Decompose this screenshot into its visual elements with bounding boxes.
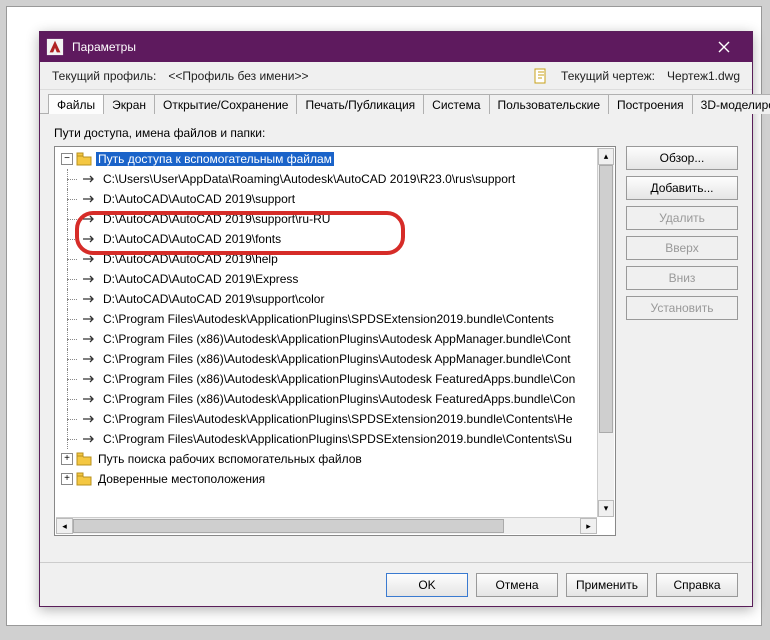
drawing-label: Текущий чертеж: — [561, 69, 655, 83]
tree-path-item[interactable]: D:\AutoCAD\AutoCAD 2019\support\color — [57, 289, 597, 309]
window-title: Параметры — [72, 40, 702, 54]
help-button[interactable]: Справка — [656, 573, 738, 597]
path-text[interactable]: D:\AutoCAD\AutoCAD 2019\support\color — [101, 292, 326, 306]
set-button: Установить — [626, 296, 738, 320]
titlebar: Параметры — [40, 32, 752, 62]
path-text[interactable]: C:\Program Files\Autodesk\ApplicationPlu… — [101, 312, 556, 326]
tab-strip: Файлы Экран Открытие/Сохранение Печать/П… — [40, 90, 752, 114]
tab-display[interactable]: Экран — [103, 94, 155, 114]
tree-label[interactable]: Путь доступа к вспомогательным файлам — [96, 152, 334, 166]
tree-path-item[interactable]: C:\Program Files (x86)\Autodesk\Applicat… — [57, 329, 597, 349]
drawing-icon — [533, 68, 549, 84]
add-button[interactable]: Добавить... — [626, 176, 738, 200]
tree-view[interactable]: − Путь доступа к вспомогательным файлам … — [54, 146, 616, 536]
browse-button[interactable]: Обзор... — [626, 146, 738, 170]
tree-path-item[interactable]: C:\Program Files\Autodesk\ApplicationPlu… — [57, 429, 597, 449]
tree-path-item[interactable]: C:\Users\User\AppData\Roaming\Autodesk\A… — [57, 169, 597, 189]
tree-folder[interactable]: + Путь поиска рабочих вспомогательных фа… — [57, 449, 597, 469]
tree-path-item[interactable]: D:\AutoCAD\AutoCAD 2019\fonts — [57, 229, 597, 249]
tree-path-item[interactable]: C:\Program Files (x86)\Autodesk\Applicat… — [57, 349, 597, 369]
tree-root[interactable]: − Путь доступа к вспомогательным файлам — [57, 149, 597, 169]
profile-bar: Текущий профиль: <<Профиль без имени>> Т… — [40, 62, 752, 90]
side-buttons: Обзор... Добавить... Удалить Вверх Вниз … — [626, 146, 738, 536]
path-text[interactable]: C:\Program Files (x86)\Autodesk\Applicat… — [101, 352, 573, 366]
tree-path-item[interactable]: C:\Program Files\Autodesk\ApplicationPlu… — [57, 309, 597, 329]
tree-path-item[interactable]: C:\Program Files (x86)\Autodesk\Applicat… — [57, 389, 597, 409]
tree-path-item[interactable]: D:\AutoCAD\AutoCAD 2019\support — [57, 189, 597, 209]
up-button: Вверх — [626, 236, 738, 260]
ok-button[interactable]: OK — [386, 573, 468, 597]
tree-path-item[interactable]: C:\Program Files\Autodesk\ApplicationPlu… — [57, 409, 597, 429]
path-text[interactable]: C:\Program Files\Autodesk\ApplicationPlu… — [101, 432, 574, 446]
close-button[interactable] — [702, 32, 746, 62]
footer-buttons: OK Отмена Применить Справка — [40, 562, 752, 606]
tab-3d[interactable]: 3D-моделирова — [692, 94, 770, 114]
tree-path-item[interactable]: D:\AutoCAD\AutoCAD 2019\Express — [57, 269, 597, 289]
scroll-up-icon[interactable]: ▴ — [598, 148, 614, 165]
scroll-thumb-v[interactable] — [599, 165, 613, 433]
toggle-icon[interactable]: + — [61, 473, 73, 485]
delete-button: Удалить — [626, 206, 738, 230]
scrollbar-horizontal[interactable]: ◂ ▸ — [56, 517, 597, 534]
toggle-icon[interactable]: + — [61, 453, 73, 465]
tree-path-item[interactable]: C:\Program Files (x86)\Autodesk\Applicat… — [57, 369, 597, 389]
section-label: Пути доступа, имена файлов и папки: — [54, 126, 738, 140]
scrollbar-vertical[interactable]: ▴ ▾ — [597, 148, 614, 517]
tab-plot[interactable]: Печать/Публикация — [296, 94, 424, 114]
scroll-right-icon[interactable]: ▸ — [580, 518, 597, 534]
apply-button[interactable]: Применить — [566, 573, 648, 597]
profile-label: Текущий профиль: — [52, 69, 156, 83]
cancel-button[interactable]: Отмена — [476, 573, 558, 597]
path-text[interactable]: D:\AutoCAD\AutoCAD 2019\fonts — [101, 232, 283, 246]
tree-path-item[interactable]: D:\AutoCAD\AutoCAD 2019\support\ru-RU — [57, 209, 597, 229]
close-icon — [718, 41, 730, 53]
tree-label[interactable]: Путь поиска рабочих вспомогательных файл… — [96, 452, 364, 466]
scroll-down-icon[interactable]: ▾ — [598, 500, 614, 517]
tab-files[interactable]: Файлы — [48, 94, 104, 114]
tab-drafting[interactable]: Построения — [608, 94, 693, 114]
tab-open-save[interactable]: Открытие/Сохранение — [154, 94, 297, 114]
tab-system[interactable]: Система — [423, 94, 489, 114]
path-text[interactable]: C:\Program Files\Autodesk\ApplicationPlu… — [101, 412, 575, 426]
tree-path-item[interactable]: D:\AutoCAD\AutoCAD 2019\help — [57, 249, 597, 269]
down-button: Вниз — [626, 266, 738, 290]
drawing-value: Чертеж1.dwg — [667, 69, 740, 83]
toggle-icon[interactable]: − — [61, 153, 73, 165]
app-icon — [46, 38, 64, 56]
path-text[interactable]: C:\Program Files (x86)\Autodesk\Applicat… — [101, 392, 577, 406]
scroll-thumb-h[interactable] — [73, 519, 504, 533]
scroll-left-icon[interactable]: ◂ — [56, 518, 73, 534]
path-text[interactable]: C:\Program Files (x86)\Autodesk\Applicat… — [101, 372, 577, 386]
path-text[interactable]: D:\AutoCAD\AutoCAD 2019\support\ru-RU — [101, 212, 332, 226]
tree-folder[interactable]: + Доверенные местоположения — [57, 469, 597, 489]
options-dialog: Параметры Текущий профиль: <<Профиль без… — [39, 31, 753, 607]
tree-label[interactable]: Доверенные местоположения — [96, 472, 267, 486]
tab-user[interactable]: Пользовательские — [489, 94, 610, 114]
path-text[interactable]: D:\AutoCAD\AutoCAD 2019\help — [101, 252, 280, 266]
path-text[interactable]: D:\AutoCAD\AutoCAD 2019\Express — [101, 272, 300, 286]
path-text[interactable]: C:\Users\User\AppData\Roaming\Autodesk\A… — [101, 172, 517, 186]
path-text[interactable]: D:\AutoCAD\AutoCAD 2019\support — [101, 192, 297, 206]
profile-value: <<Профиль без имени>> — [168, 69, 308, 83]
path-text[interactable]: C:\Program Files (x86)\Autodesk\Applicat… — [101, 332, 573, 346]
